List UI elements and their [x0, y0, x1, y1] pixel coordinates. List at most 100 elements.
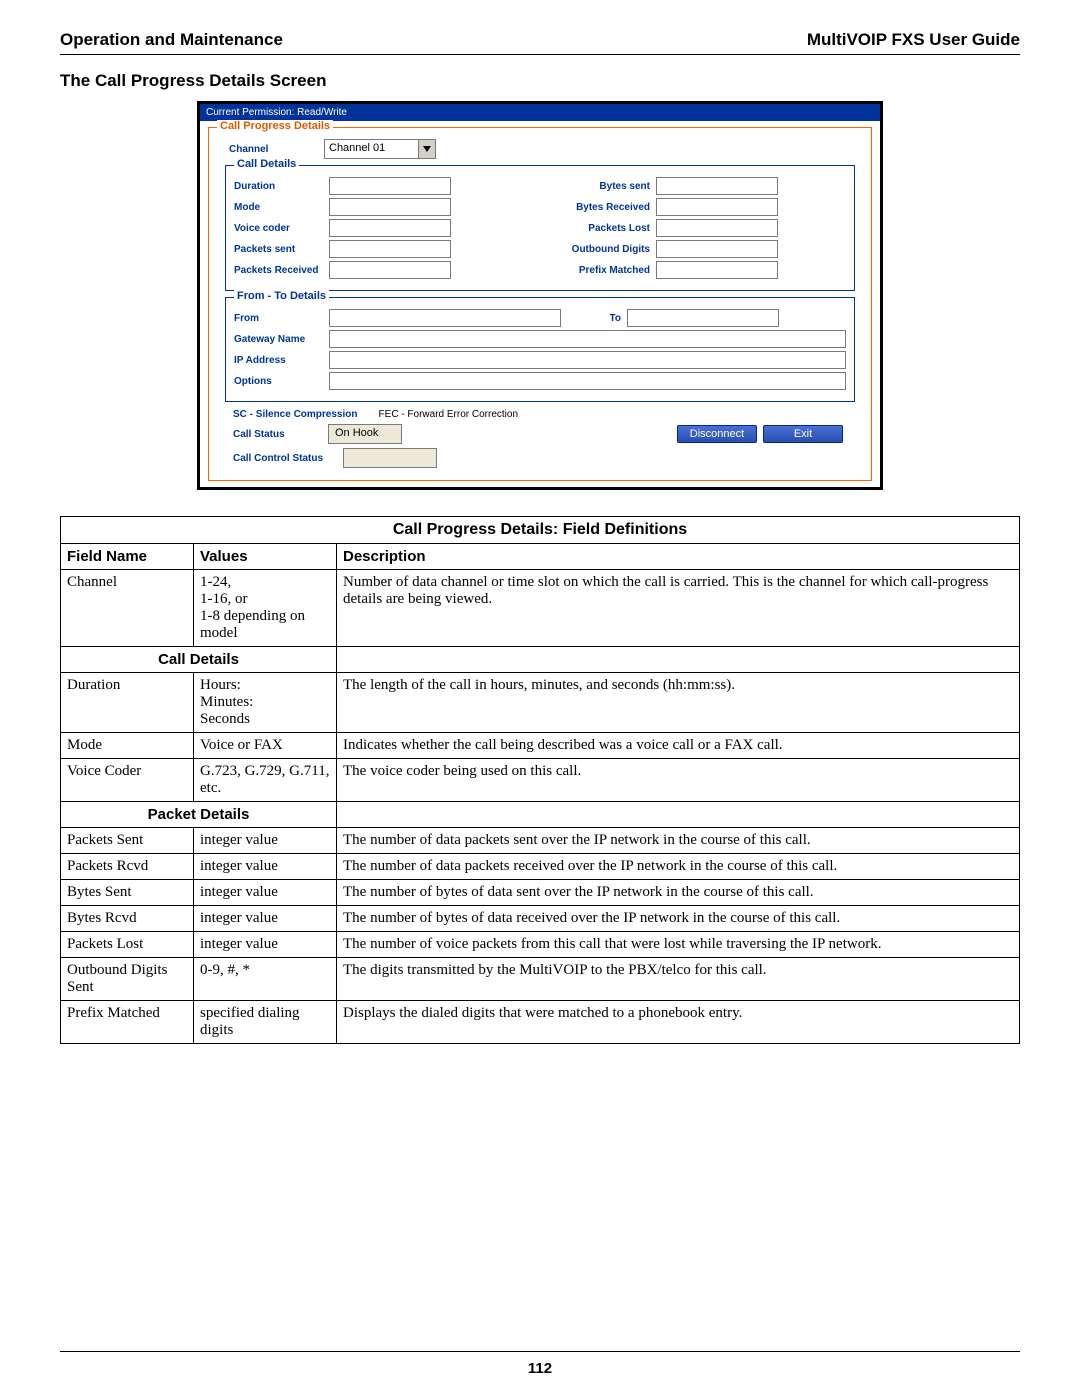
table-row: Voice CoderG.723, G.729, G.711, etc.The …	[61, 759, 1020, 802]
cell-values: integer value	[194, 932, 337, 958]
section-title: The Call Progress Details Screen	[60, 71, 1020, 91]
table-row: Packet Details	[61, 802, 1020, 828]
duration-label: Duration	[234, 181, 329, 192]
cell-description: The number of data packets sent over the…	[337, 828, 1020, 854]
from-label: From	[234, 313, 329, 324]
table-row: DurationHours: Minutes: SecondsThe lengt…	[61, 673, 1020, 733]
cell-description: Number of data channel or time slot on w…	[337, 570, 1020, 647]
gateway-name-field	[329, 330, 846, 348]
cell-field-name: Outbound Digits Sent	[61, 958, 194, 1001]
cell-values: 0-9, #, *	[194, 958, 337, 1001]
voice-coder-label: Voice coder	[234, 223, 329, 234]
header-right: MultiVOIP FXS User Guide	[807, 30, 1020, 50]
bytes-received-label: Bytes Received	[555, 202, 656, 213]
cell-field-name: Bytes Sent	[61, 880, 194, 906]
cell-field-name: Duration	[61, 673, 194, 733]
cell-values: Voice or FAX	[194, 733, 337, 759]
mode-label: Mode	[234, 202, 329, 213]
field-definitions-table: Call Progress Details: Field Definitions…	[60, 516, 1020, 1044]
options-label: Options	[234, 376, 329, 387]
cell-description: The number of bytes of data received ove…	[337, 906, 1020, 932]
call-progress-details-window: Current Permission: Read/Write Call Prog…	[197, 101, 883, 490]
cell-values: 1-24, 1-16, or 1-8 depending on model	[194, 570, 337, 647]
cell-description: The number of bytes of data sent over th…	[337, 880, 1020, 906]
packets-received-field	[329, 261, 451, 279]
to-label: To	[561, 313, 627, 324]
voice-coder-field	[329, 219, 451, 237]
header-left: Operation and Maintenance	[60, 30, 283, 50]
table-section-header: Call Details	[61, 647, 337, 673]
cell-description: The number of voice packets from this ca…	[337, 932, 1020, 958]
from-to-legend: From - To Details	[234, 290, 329, 302]
ip-address-label: IP Address	[234, 355, 329, 366]
table-row: Packets Lostinteger valueThe number of v…	[61, 932, 1020, 958]
call-status-value: On Hook	[328, 424, 402, 444]
prefix-matched-field	[656, 261, 778, 279]
call-control-status-label: Call Control Status	[233, 453, 343, 464]
options-field	[329, 372, 846, 390]
chevron-down-icon[interactable]	[418, 140, 435, 158]
table-row: Bytes Rcvdinteger valueThe number of byt…	[61, 906, 1020, 932]
packets-lost-field	[656, 219, 778, 237]
packets-received-label: Packets Received	[234, 265, 329, 276]
cell-description: Displays the dialed digits that were mat…	[337, 1001, 1020, 1044]
table-row: Channel1-24, 1-16, or 1-8 depending on m…	[61, 570, 1020, 647]
cell-values: integer value	[194, 880, 337, 906]
cell-field-name: Voice Coder	[61, 759, 194, 802]
th-field-name: Field Name	[61, 544, 194, 570]
cell-description: The number of data packets received over…	[337, 854, 1020, 880]
cell-field-name: Bytes Rcvd	[61, 906, 194, 932]
table-section-blank	[337, 802, 1020, 828]
th-values: Values	[194, 544, 337, 570]
table-row: Call Details	[61, 647, 1020, 673]
table-section-header: Packet Details	[61, 802, 337, 828]
channel-label: Channel	[229, 144, 324, 155]
cell-description: The length of the call in hours, minutes…	[337, 673, 1020, 733]
outbound-digits-label: Outbound Digits	[555, 244, 656, 255]
cell-description: Indicates whether the call being describ…	[337, 733, 1020, 759]
bytes-sent-field	[656, 177, 778, 195]
ip-address-field	[329, 351, 846, 369]
cell-values: integer value	[194, 854, 337, 880]
cell-values: integer value	[194, 906, 337, 932]
call-details-legend: Call Details	[234, 158, 299, 170]
call-control-status-value	[343, 448, 437, 468]
th-description: Description	[337, 544, 1020, 570]
to-field	[627, 309, 779, 327]
permission-bar: Current Permission: Read/Write	[200, 104, 880, 121]
table-row: Bytes Sentinteger valueThe number of byt…	[61, 880, 1020, 906]
page-number: 112	[0, 1351, 1080, 1377]
table-section-blank	[337, 647, 1020, 673]
disconnect-button[interactable]: Disconnect	[677, 425, 757, 443]
main-legend: Call Progress Details	[217, 120, 333, 132]
gateway-name-label: Gateway Name	[234, 334, 329, 345]
cell-values: specified dialing digits	[194, 1001, 337, 1044]
table-row: Packets Rcvdinteger valueThe number of d…	[61, 854, 1020, 880]
table-row: Packets Sentinteger valueThe number of d…	[61, 828, 1020, 854]
channel-dropdown[interactable]: Channel 01	[324, 139, 436, 159]
abbr-sc: SC - Silence Compression	[233, 409, 357, 420]
table-title: Call Progress Details: Field Definitions	[61, 517, 1020, 544]
prefix-matched-label: Prefix Matched	[555, 265, 656, 276]
cell-values: integer value	[194, 828, 337, 854]
packets-sent-field	[329, 240, 451, 258]
bytes-received-field	[656, 198, 778, 216]
table-row: Prefix Matchedspecified dialing digitsDi…	[61, 1001, 1020, 1044]
table-row: ModeVoice or FAXIndicates whether the ca…	[61, 733, 1020, 759]
outbound-digits-field	[656, 240, 778, 258]
cell-field-name: Packets Rcvd	[61, 854, 194, 880]
cell-field-name: Packets Sent	[61, 828, 194, 854]
cell-values: G.723, G.729, G.711, etc.	[194, 759, 337, 802]
cell-description: The digits transmitted by the MultiVOIP …	[337, 958, 1020, 1001]
cell-field-name: Packets Lost	[61, 932, 194, 958]
cell-description: The voice coder being used on this call.	[337, 759, 1020, 802]
duration-field	[329, 177, 451, 195]
exit-button[interactable]: Exit	[763, 425, 843, 443]
packets-sent-label: Packets sent	[234, 244, 329, 255]
table-row: Outbound Digits Sent0-9, #, *The digits …	[61, 958, 1020, 1001]
call-status-label: Call Status	[233, 429, 328, 440]
channel-value: Channel 01	[325, 140, 418, 158]
cell-values: Hours: Minutes: Seconds	[194, 673, 337, 733]
mode-field	[329, 198, 451, 216]
from-field	[329, 309, 561, 327]
